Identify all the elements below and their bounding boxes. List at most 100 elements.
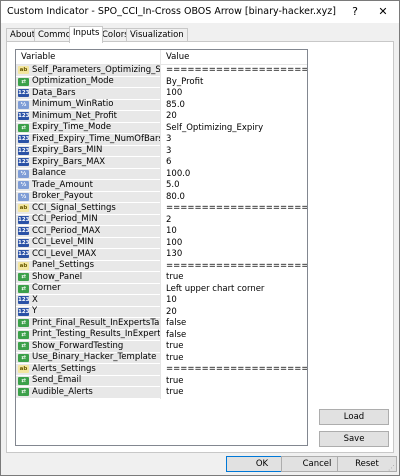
table-row[interactable]: ab CCI_Signal_Settings ===================…	[16, 203, 307, 215]
value-cell[interactable]: Self_Optimizing_Expiry	[160, 122, 307, 134]
value-column-header[interactable]: Value	[160, 50, 307, 64]
resize-grip-icon[interactable]: ⋰	[388, 464, 396, 472]
inputs-grid[interactable]: Variable Value ab Self_Parameters_Optimiz…	[15, 49, 308, 446]
variable-name: Alerts_Settings	[32, 363, 96, 374]
table-row[interactable]: 123 CCI_Level_MIN 100	[16, 237, 307, 249]
table-row[interactable]: abSelf_Parameters_Optimizing_Settings===…	[16, 65, 307, 77]
load-button[interactable]: Load	[319, 409, 389, 425]
value-cell[interactable]: true	[160, 387, 307, 399]
table-row[interactable]: 123 X 10	[16, 295, 307, 307]
variable-name: CCI_Period_MIN	[32, 214, 98, 224]
value-cell[interactable]: 10	[160, 226, 307, 238]
variable-column-header[interactable]: Variable	[16, 50, 160, 64]
value-cell[interactable]: 3	[160, 145, 307, 157]
table-row[interactable]: ½ Balance 100.0	[16, 168, 307, 180]
enum-type-icon: ⇄	[18, 123, 29, 132]
table-row[interactable]: 123 CCI_Period_MIN 2	[16, 214, 307, 226]
bool-type-icon: ⇄	[18, 342, 29, 351]
enum-type-icon: ⇄	[18, 77, 29, 86]
value-cell[interactable]: true	[160, 352, 307, 364]
value-cell[interactable]: 10	[160, 295, 307, 307]
table-row[interactable]: 123 CCI_Period_MAX 10	[16, 226, 307, 238]
double-type-icon: ½	[18, 100, 29, 109]
variable-cell: ab CCI_Signal_Settings	[16, 203, 160, 215]
table-row[interactable]: ⇄ Show_ForwardTesting true	[16, 341, 307, 353]
table-row[interactable]: ½ Minimum_WinRatio 85.0	[16, 99, 307, 111]
save-button[interactable]: Save	[319, 431, 389, 447]
variable-cell: ⇄ Show_Panel	[16, 272, 160, 284]
title-bar: Custom Indicator - SPO_CCI_In-Cross OBOS…	[1, 1, 399, 23]
close-button[interactable]: ✕	[371, 3, 395, 21]
table-row[interactable]: 123 Expiry_Bars_MIN 3	[16, 145, 307, 157]
table-row[interactable]: ½ Trade_Amount 5.0	[16, 180, 307, 192]
table-row[interactable]: 123 Minimum_Net_Profit 20	[16, 111, 307, 123]
variable-cell: ⇄ Audible_Alerts	[16, 387, 160, 399]
value-cell[interactable]: 20	[160, 111, 307, 123]
tab-visualization[interactable]: Visualization	[126, 28, 188, 42]
variable-cell: ⇄ Optimization_Mode	[16, 76, 160, 88]
variable-name: Print_Final_Result_InExpertsTab	[32, 317, 160, 328]
variable-name: Show_Panel	[32, 271, 83, 282]
table-row[interactable]: ⇄ Optimization_Mode By_Profit	[16, 76, 307, 88]
value-cell[interactable]: 6	[160, 157, 307, 169]
table-row[interactable]: ⇄ Show_Panel true	[16, 272, 307, 284]
value-cell[interactable]: true	[160, 341, 307, 353]
variable-name: CCI_Period_MAX	[32, 225, 101, 236]
table-row[interactable]: ⇄ Audible_Alerts true	[16, 387, 307, 399]
value-cell[interactable]: 80.0	[160, 191, 307, 203]
variable-name: Self_Parameters_Optimizing_Settings	[32, 64, 160, 75]
value-cell[interactable]: 85.0	[160, 99, 307, 111]
variable-cell: ½ Balance	[16, 168, 160, 180]
variable-cell: 123 X	[16, 295, 160, 307]
table-row[interactable]: abPanel_Settings========================…	[16, 260, 307, 272]
variable-name: Broker_Payout	[32, 191, 93, 201]
value-cell[interactable]: false	[160, 318, 307, 330]
variable-name: Use_Binary_Hacker_Template	[32, 352, 157, 362]
variable-name: CCI_Signal_Settings	[32, 202, 116, 213]
table-row[interactable]: ½ Broker_Payout 80.0	[16, 191, 307, 203]
value-cell[interactable]: true	[160, 272, 307, 284]
value-cell[interactable]: 130	[160, 249, 307, 261]
value-cell[interactable]: =================================	[160, 203, 307, 215]
value-cell[interactable]: false	[160, 329, 307, 341]
table-row[interactable]: ⇄Print_Testing_Results_InExpertsTabfalse	[16, 329, 307, 341]
tab-inputs[interactable]: Inputs	[69, 26, 104, 43]
variable-cell: ½ Minimum_WinRatio	[16, 99, 160, 111]
value-cell[interactable]: 20	[160, 306, 307, 318]
variable-cell: 123 Expiry_Bars_MAX	[16, 157, 160, 169]
table-row[interactable]: ⇄ Send_Email true	[16, 375, 307, 387]
value-cell[interactable]: Left upper chart corner	[160, 283, 307, 295]
table-row[interactable]: 123 Data_Bars 100	[16, 88, 307, 100]
table-row[interactable]: ⇄ Use_Binary_Hacker_Template true	[16, 352, 307, 364]
table-row[interactable]: 123 CCI_Level_MAX 130	[16, 249, 307, 261]
table-row[interactable]: abAlerts_Settings =======================…	[16, 364, 307, 376]
value-cell[interactable]: 2	[160, 214, 307, 226]
value-cell[interactable]: 3	[160, 134, 307, 146]
table-row[interactable]: ⇄ Expiry_Time_Mode Self_Optimizing_Expiry	[16, 122, 307, 134]
variable-cell: 123 CCI_Level_MIN	[16, 237, 160, 249]
variable-name: CCI_Level_MIN	[32, 237, 94, 247]
variable-cell: ½ Broker_Payout	[16, 191, 160, 203]
table-row[interactable]: 123 Y 20	[16, 306, 307, 318]
variable-name: Panel_Settings	[32, 260, 95, 270]
value-cell[interactable]: =================================	[160, 260, 307, 272]
value-cell[interactable]: =================================	[160, 364, 307, 376]
value-cell[interactable]: By_Profit	[160, 76, 307, 88]
help-button[interactable]: ?	[343, 3, 367, 21]
variable-cell: ⇄ Expiry_Time_Mode	[16, 122, 160, 134]
variable-cell: 123 CCI_Period_MAX	[16, 226, 160, 238]
value-cell[interactable]: true	[160, 375, 307, 387]
value-cell[interactable]: 100	[160, 88, 307, 100]
table-row[interactable]: 123 Fixed_Expiry_Time_NumOfBars 3	[16, 134, 307, 146]
string-type-icon: ab	[18, 365, 29, 374]
table-row[interactable]: ⇄ Print_Final_Result_InExpertsTab false	[16, 318, 307, 330]
bool-type-icon: ⇄	[18, 319, 29, 328]
value-cell[interactable]: 100	[160, 237, 307, 249]
integer-type-icon: 123	[18, 112, 30, 121]
table-row[interactable]: 123 Expiry_Bars_MAX 6	[16, 157, 307, 169]
variable-cell: ⇄ Print_Final_Result_InExpertsTab	[16, 318, 160, 330]
value-cell[interactable]: 5.0	[160, 180, 307, 192]
value-cell[interactable]: 100.0	[160, 168, 307, 180]
value-cell[interactable]: =================================	[160, 65, 307, 77]
table-row[interactable]: ⇄ Corner Left upper chart corner	[16, 283, 307, 295]
